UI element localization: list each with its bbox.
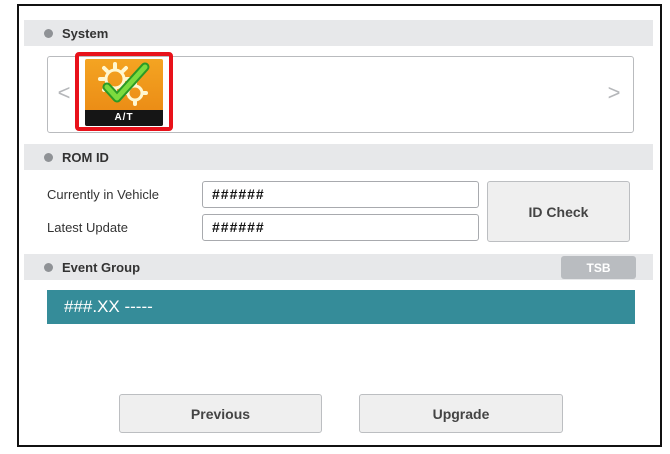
tsb-button[interactable]: TSB	[561, 256, 636, 279]
currently-in-vehicle-label: Currently in Vehicle	[47, 187, 159, 202]
event-group-section-header: Event Group	[24, 254, 653, 280]
upgrade-button[interactable]: Upgrade	[359, 394, 563, 433]
chevron-right-icon[interactable]: >	[605, 81, 623, 105]
system-section-header: System	[24, 20, 653, 46]
latest-update-label: Latest Update	[47, 220, 128, 235]
selection-highlight	[75, 52, 173, 131]
event-group-header-label: Event Group	[62, 259, 141, 275]
bullet-dot	[44, 152, 53, 162]
latest-update-field: ######	[202, 214, 479, 241]
bullet-dot	[44, 28, 53, 38]
currently-in-vehicle-field: ######	[202, 181, 479, 208]
rom-id-section-header: ROM ID	[24, 144, 653, 170]
system-header-label: System	[62, 25, 109, 41]
rom-id-header-label: ROM ID	[62, 149, 109, 165]
bullet-dot	[44, 262, 53, 272]
chevron-left-icon[interactable]: <	[55, 81, 73, 105]
previous-button[interactable]: Previous	[119, 394, 322, 433]
event-list-item[interactable]: ###.XX -----	[47, 290, 635, 324]
id-check-button[interactable]: ID Check	[487, 181, 630, 242]
